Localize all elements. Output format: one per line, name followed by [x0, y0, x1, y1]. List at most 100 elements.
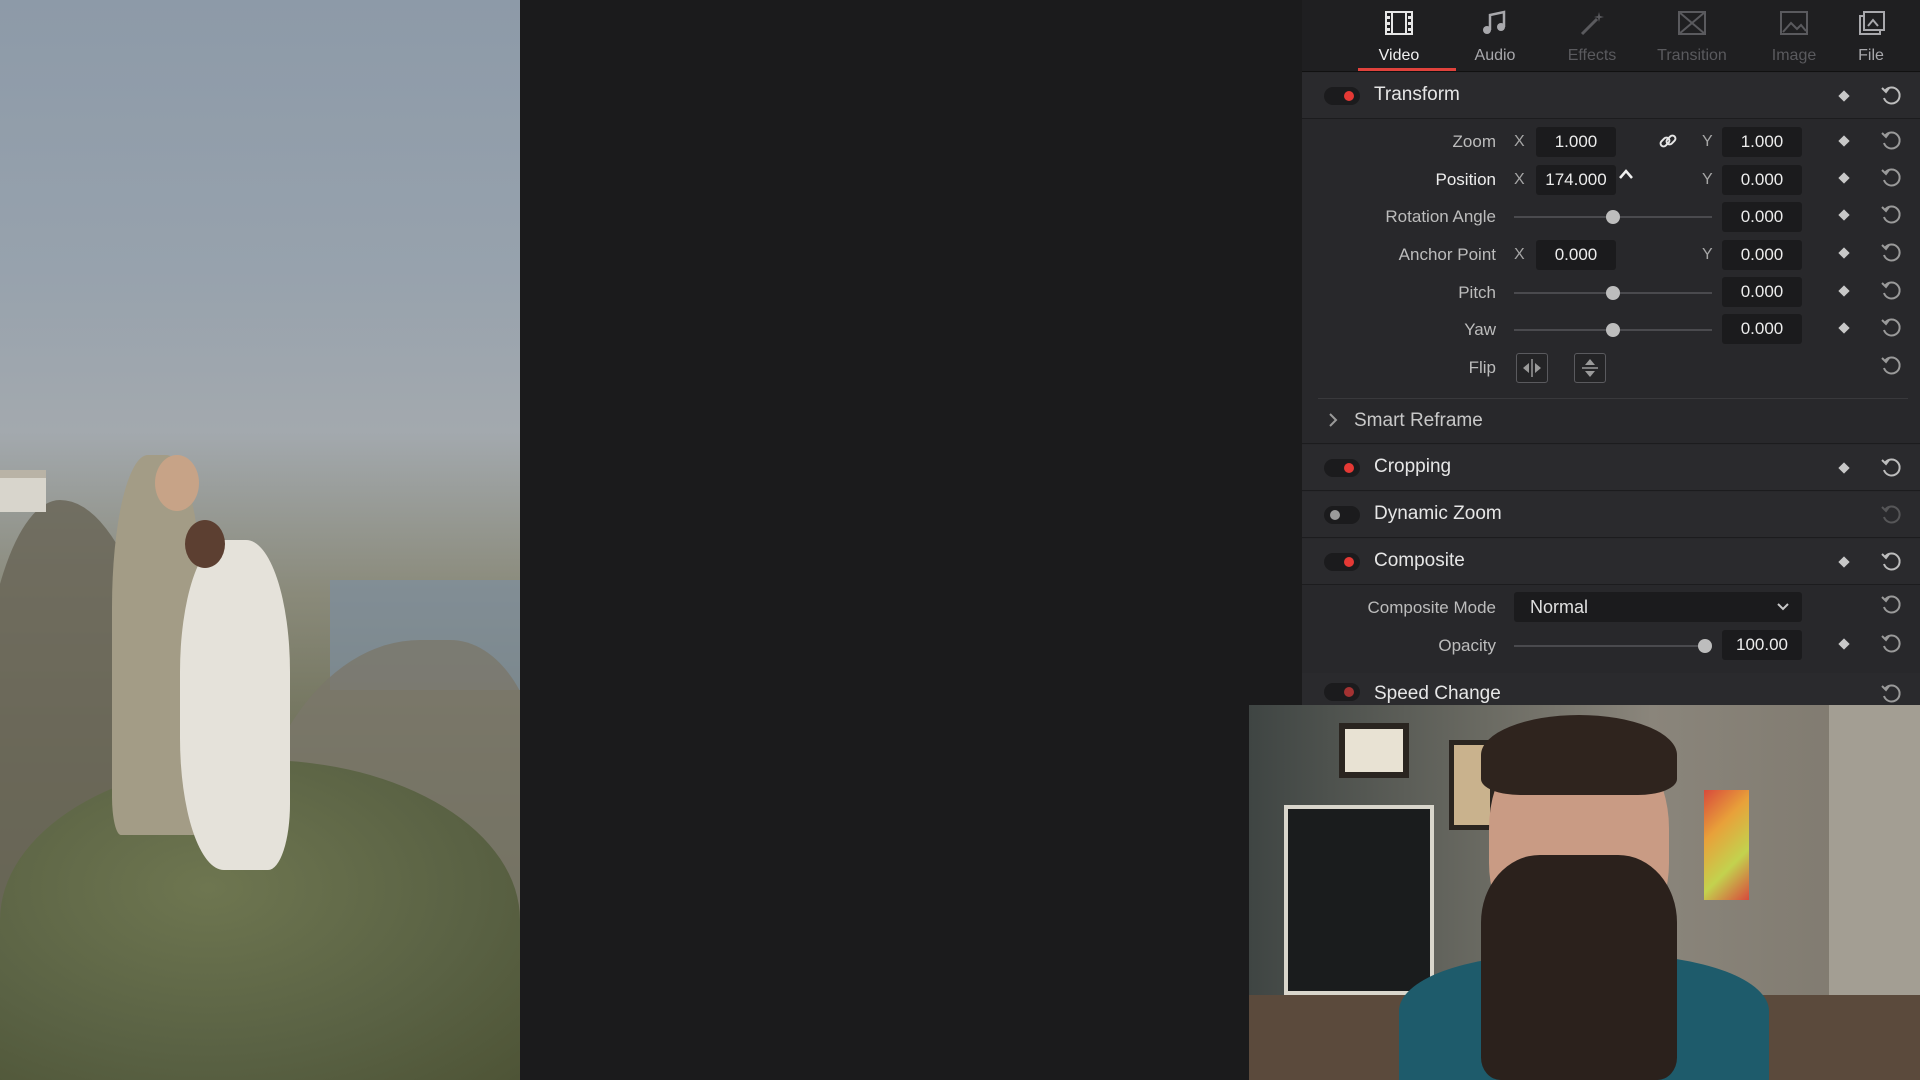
- pitch-label: Pitch: [1458, 283, 1496, 302]
- position-x-field[interactable]: 174.000: [1536, 165, 1616, 195]
- inspector-tabbar: Video Audio Effects Transition Image Fil…: [1302, 0, 1920, 72]
- position-label: Position: [1435, 170, 1496, 189]
- section-cropping-header[interactable]: Cropping: [1302, 445, 1920, 491]
- webcam-overlay: [1249, 705, 1920, 1080]
- tab-audio[interactable]: Audio: [1450, 0, 1540, 72]
- tab-transition[interactable]: Transition: [1647, 0, 1737, 72]
- zoom-x-field[interactable]: 1.000: [1536, 127, 1616, 157]
- section-composite-header[interactable]: Composite: [1302, 539, 1920, 585]
- opacity-slider-knob[interactable]: [1698, 639, 1712, 653]
- link-icon[interactable]: [1658, 131, 1678, 151]
- composite-mode-select[interactable]: Normal: [1514, 592, 1802, 622]
- chevron-up-icon[interactable]: [1618, 168, 1634, 180]
- image-icon: [1780, 11, 1808, 35]
- pitch-slider-knob[interactable]: [1606, 286, 1620, 300]
- zoom-reset-icon[interactable]: [1880, 130, 1902, 152]
- pitch-field[interactable]: 0.000: [1722, 277, 1802, 307]
- tab-effects[interactable]: Effects: [1547, 0, 1637, 72]
- webcam-picture-frame: [1339, 723, 1409, 778]
- rotation-angle-field[interactable]: 0.000: [1722, 202, 1802, 232]
- position-reset-icon[interactable]: [1880, 167, 1902, 189]
- composite-keyframe-icon[interactable]: [1838, 556, 1850, 568]
- dynamic-zoom-reset-icon[interactable]: [1880, 504, 1902, 526]
- rotation-reset-icon[interactable]: [1880, 204, 1902, 226]
- speed-change-enable-toggle[interactable]: [1324, 683, 1360, 701]
- opacity-label: Opacity: [1438, 636, 1496, 655]
- tab-file[interactable]: File: [1826, 0, 1916, 72]
- composite-mode-reset-icon[interactable]: [1880, 594, 1902, 616]
- anchor-x-field[interactable]: 0.000: [1536, 240, 1616, 270]
- transition-icon: [1678, 11, 1706, 35]
- zoom-y-field[interactable]: 1.000: [1722, 127, 1802, 157]
- cropping-reset-icon[interactable]: [1880, 457, 1902, 479]
- composite-mode-label: Composite Mode: [1367, 598, 1496, 617]
- section-dynamic-zoom-header[interactable]: Dynamic Zoom: [1302, 492, 1920, 538]
- tab-effects-label: Effects: [1567, 47, 1617, 64]
- yaw-keyframe-icon[interactable]: [1838, 322, 1850, 334]
- viewer-empty-area: [520, 0, 1302, 1080]
- pitch-keyframe-icon[interactable]: [1838, 285, 1850, 297]
- section-speed-change-header[interactable]: Speed Change: [1302, 673, 1920, 705]
- cropping-title: Cropping: [1374, 456, 1452, 477]
- dynamic-zoom-enable-toggle[interactable]: [1324, 506, 1360, 524]
- rotation-angle-slider[interactable]: [1514, 210, 1712, 224]
- opacity-keyframe-icon[interactable]: [1838, 638, 1850, 650]
- tab-video[interactable]: Video: [1354, 0, 1444, 72]
- flip-horizontal-icon: [1523, 359, 1541, 377]
- composite-mode-value: Normal: [1530, 597, 1589, 617]
- video-icon: [1385, 11, 1413, 35]
- anchor-point-label: Anchor Point: [1398, 245, 1496, 264]
- anchor-x-axis-label: X: [1514, 246, 1525, 263]
- rotation-keyframe-icon[interactable]: [1838, 209, 1850, 221]
- webcam-person-hair: [1481, 715, 1677, 795]
- transform-divider: [1318, 398, 1908, 399]
- audio-icon: [1483, 10, 1506, 34]
- viewer-lookout-tower: [0, 470, 46, 512]
- zoom-y-axis-label: Y: [1702, 133, 1713, 150]
- cropping-enable-toggle[interactable]: [1324, 459, 1360, 477]
- chevron-right-icon[interactable]: [1326, 412, 1340, 428]
- composite-title: Composite: [1374, 550, 1465, 571]
- viewer-bride-head: [185, 520, 225, 568]
- opacity-reset-icon[interactable]: [1880, 633, 1902, 655]
- position-y-axis-label: Y: [1702, 171, 1713, 188]
- tab-transition-label: Transition: [1657, 47, 1727, 64]
- yaw-slider-knob[interactable]: [1606, 323, 1620, 337]
- flip-horizontal-button[interactable]: [1516, 353, 1548, 383]
- flip-vertical-button[interactable]: [1574, 353, 1606, 383]
- flip-label: Flip: [1468, 358, 1496, 377]
- zoom-x-axis-label: X: [1514, 133, 1525, 150]
- pitch-slider[interactable]: [1514, 286, 1712, 300]
- chevron-down-icon: [1777, 603, 1789, 611]
- viewer-bride: [180, 540, 290, 870]
- pitch-reset-icon[interactable]: [1880, 280, 1902, 302]
- rotation-angle-slider-knob[interactable]: [1606, 210, 1620, 224]
- transform-enable-toggle[interactable]: [1324, 87, 1360, 105]
- speed-change-reset-icon[interactable]: [1880, 683, 1902, 705]
- file-icon: [1859, 11, 1885, 35]
- composite-reset-icon[interactable]: [1880, 551, 1902, 573]
- position-y-field[interactable]: 0.000: [1722, 165, 1802, 195]
- transform-reset-icon[interactable]: [1880, 85, 1902, 107]
- position-keyframe-icon[interactable]: [1838, 172, 1850, 184]
- flip-vertical-icon: [1582, 359, 1598, 377]
- inspector-panel: Video Audio Effects Transition Image Fil…: [1302, 0, 1920, 705]
- position-x-axis-label: X: [1514, 171, 1525, 188]
- anchor-keyframe-icon[interactable]: [1838, 247, 1850, 259]
- flip-reset-icon[interactable]: [1880, 355, 1902, 377]
- yaw-slider[interactable]: [1514, 323, 1712, 337]
- yaw-field[interactable]: 0.000: [1722, 314, 1802, 344]
- dynamic-zoom-title: Dynamic Zoom: [1374, 503, 1502, 524]
- opacity-slider[interactable]: [1514, 639, 1712, 653]
- yaw-reset-icon[interactable]: [1880, 317, 1902, 339]
- anchor-reset-icon[interactable]: [1880, 242, 1902, 264]
- anchor-y-field[interactable]: 0.000: [1722, 240, 1802, 270]
- viewer-image: [0, 0, 520, 1080]
- opacity-field[interactable]: 100.00: [1722, 630, 1802, 660]
- cropping-keyframe-icon[interactable]: [1838, 462, 1850, 474]
- zoom-keyframe-icon[interactable]: [1838, 135, 1850, 147]
- composite-enable-toggle[interactable]: [1324, 553, 1360, 571]
- transform-keyframe-icon[interactable]: [1838, 90, 1850, 102]
- section-smart-reframe-header[interactable]: Smart Reframe: [1302, 400, 1920, 444]
- section-transform-header[interactable]: Transform: [1302, 73, 1920, 119]
